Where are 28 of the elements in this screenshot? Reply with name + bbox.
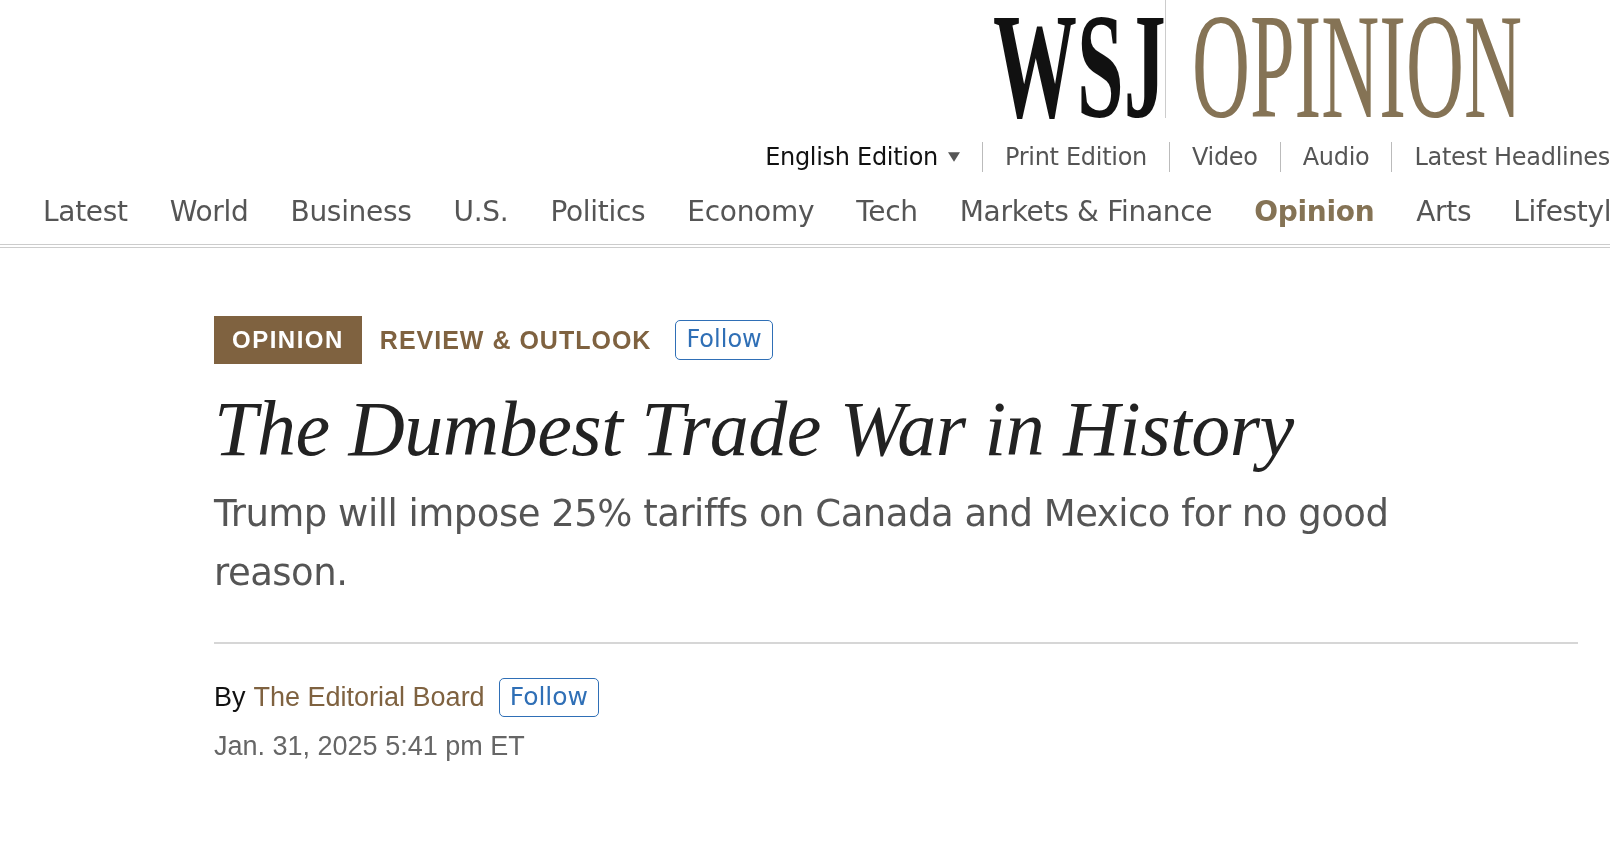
nav-link[interactable]: Markets & Finance [959, 194, 1213, 228]
edition-link[interactable]: Print Edition [1004, 143, 1147, 171]
nav-link[interactable]: Latest [43, 194, 128, 228]
edition-dropdown[interactable]: English Edition [765, 143, 960, 171]
edition-link[interactable]: Video [1191, 143, 1258, 171]
byline-prefix: By [214, 681, 246, 713]
nav-link[interactable]: World [169, 194, 249, 228]
nav-link[interactable]: Economy [687, 194, 815, 228]
nav-link[interactable]: Politics [550, 194, 646, 228]
nav-link[interactable]: Business [290, 194, 412, 228]
follow-button[interactable]: Follow [498, 678, 600, 717]
headline: The Dumbest Trade War in History [214, 386, 1295, 472]
nav-link[interactable]: Opinion [1254, 194, 1375, 228]
column-name[interactable]: REVIEW & OUTLOOK [379, 325, 652, 355]
nav-link[interactable]: U.S. [453, 194, 509, 228]
wsj-logo[interactable]: WSJ [993, 12, 1165, 120]
nav-link[interactable]: Arts [1416, 194, 1472, 228]
section-tag[interactable]: OPINION [214, 316, 362, 364]
nav-link[interactable]: Lifestyl [1513, 194, 1610, 228]
follow-button[interactable]: Follow [675, 320, 773, 360]
caret-icon [947, 152, 960, 162]
opinion-logo[interactable]: OPINION [1192, 12, 1522, 120]
author-link[interactable]: The Editorial Board [253, 681, 485, 713]
edition-link[interactable]: Latest Headlines [1414, 143, 1610, 171]
publish-date: Jan. 31, 2025 5:41 pm ET [214, 730, 526, 762]
edition-link[interactable]: Audio [1302, 143, 1370, 171]
nav-link[interactable]: Tech [856, 194, 918, 228]
subheadline: Trump will impose 25% tariffs on Canada and Mexico for no good reason. [214, 490, 1390, 596]
